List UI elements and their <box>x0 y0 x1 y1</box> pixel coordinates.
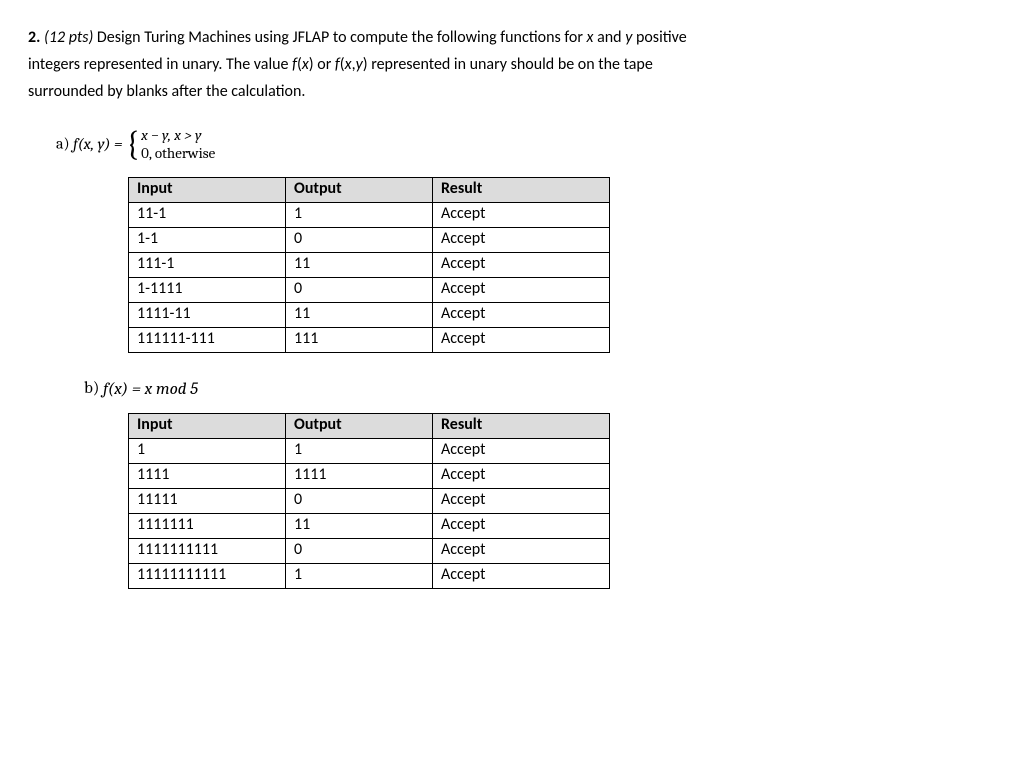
cell-output: 1 <box>286 563 433 588</box>
cell-output: 11 <box>286 253 433 278</box>
fxy-x: x <box>345 55 352 74</box>
cell-output: 0 <box>286 228 433 253</box>
header-output: Output <box>286 413 433 438</box>
cell-input: 111111-111 <box>129 328 286 353</box>
cell-result: Accept <box>433 228 610 253</box>
table-row: 11-11Accept <box>129 203 610 228</box>
table-row: 111111111Accept <box>129 513 610 538</box>
cell-input: 11111111111 <box>129 563 286 588</box>
table-row: 111-111Accept <box>129 253 610 278</box>
piecewise-cases: x − y, x > y 0, otherwise <box>141 126 219 164</box>
cell-result: Accept <box>433 463 610 488</box>
cell-input: 1111 <box>129 463 286 488</box>
cell-input: 11111 <box>129 488 286 513</box>
cell-result: Accept <box>433 513 610 538</box>
table-row: 111110Accept <box>129 488 610 513</box>
cell-input: 11-1 <box>129 203 286 228</box>
header-input: Input <box>129 413 286 438</box>
header-input: Input <box>129 178 286 203</box>
brace-icon: { <box>126 127 139 161</box>
cell-output: 111 <box>286 328 433 353</box>
part-b-letter: b) <box>84 379 103 398</box>
table-header-row: Input Output Result <box>129 178 610 203</box>
table-row: 1-10Accept <box>129 228 610 253</box>
cell-input: 1-1111 <box>129 278 286 303</box>
cell-result: Accept <box>433 203 610 228</box>
table-row: 111111-111111Accept <box>129 328 610 353</box>
cell-result: Accept <box>433 438 610 463</box>
intro-or: or <box>314 55 335 74</box>
question-number: 2. <box>28 28 40 47</box>
cell-output: 0 <box>286 278 433 303</box>
cell-result: Accept <box>433 253 610 278</box>
table-row: 1111-1111Accept <box>129 303 610 328</box>
table-b: Input Output Result 11Accept 11111111Acc… <box>128 413 610 589</box>
table-a: Input Output Result 11-11Accept 1-10Acce… <box>128 177 610 353</box>
cell-result: Accept <box>433 303 610 328</box>
intro-line2a: integers represented in unary. The value <box>28 55 292 74</box>
intro-line2b: represented in unary should be on the ta… <box>368 55 653 74</box>
cell-result: Accept <box>433 278 610 303</box>
cell-output: 1 <box>286 203 433 228</box>
intro-line3: surrounded by blanks after the calculati… <box>28 82 305 101</box>
cell-result: Accept <box>433 488 610 513</box>
case-1: x − y, x > y <box>141 126 219 145</box>
table-row: 1-11110Accept <box>129 278 610 303</box>
table-row: 11Accept <box>129 438 610 463</box>
cell-output: 11 <box>286 513 433 538</box>
table-header-row: Input Output Result <box>129 413 610 438</box>
cell-input: 1111111111 <box>129 538 286 563</box>
fx-x: x <box>302 55 309 74</box>
cell-result: Accept <box>433 538 610 563</box>
table-row: 11111111110Accept <box>129 538 610 563</box>
fxy-y: y <box>356 55 363 74</box>
part-b-function: f(x) = x mod 5 <box>103 380 198 399</box>
cell-output: 1111 <box>286 463 433 488</box>
header-result: Result <box>433 413 610 438</box>
cell-output: 0 <box>286 538 433 563</box>
part-a-function: f(x, y) = <box>73 135 122 153</box>
part-b-label: b) f(x) = x mod 5 <box>84 379 996 399</box>
intro-tail1: positive <box>632 28 686 47</box>
cell-output: 0 <box>286 488 433 513</box>
cell-input: 111-1 <box>129 253 286 278</box>
cell-output: 1 <box>286 438 433 463</box>
case-2: 0, otherwise <box>141 144 219 163</box>
intro-and: and <box>593 28 625 47</box>
cell-input: 1 <box>129 438 286 463</box>
table-row: 111111111111Accept <box>129 563 610 588</box>
cell-input: 1111111 <box>129 513 286 538</box>
cell-input: 1-1 <box>129 228 286 253</box>
part-a-letter: a) <box>56 134 73 152</box>
question-points: (12 pts) <box>44 28 93 47</box>
cell-input: 1111-11 <box>129 303 286 328</box>
intro-text: Design Turing Machines using JFLAP to co… <box>93 28 586 47</box>
cell-result: Accept <box>433 563 610 588</box>
part-a-label: a) f(x, y) = { x − y, x > y 0, otherwise <box>56 126 996 164</box>
piecewise-brace: { x − y, x > y 0, otherwise <box>126 126 219 164</box>
header-output: Output <box>286 178 433 203</box>
cell-result: Accept <box>433 328 610 353</box>
table-row: 11111111Accept <box>129 463 610 488</box>
question-intro: 2. (12 pts) Design Turing Machines using… <box>28 24 996 106</box>
header-result: Result <box>433 178 610 203</box>
cell-output: 11 <box>286 303 433 328</box>
